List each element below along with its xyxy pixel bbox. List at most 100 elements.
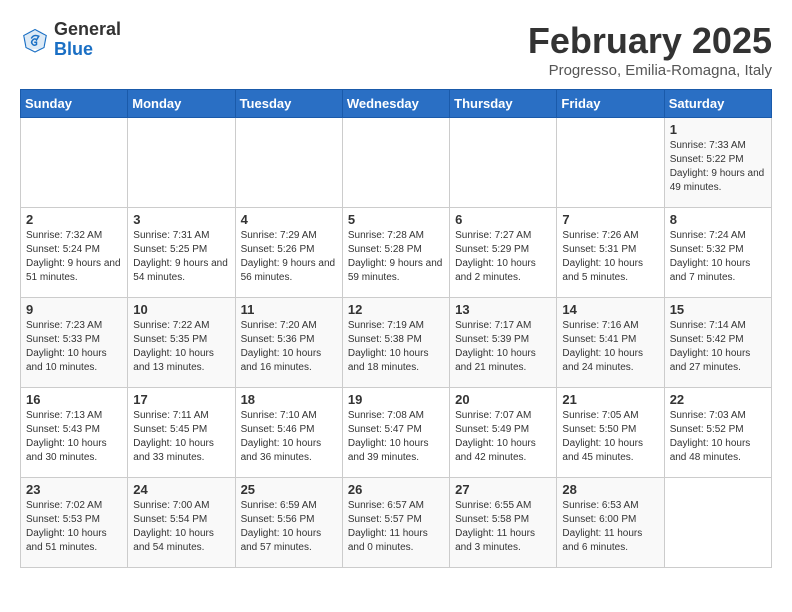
day-cell: 11 Sunrise: 7:20 AM Sunset: 5:36 PM Dayli… — [235, 298, 342, 388]
day-cell: 15 Sunrise: 7:14 AM Sunset: 5:42 PM Dayli… — [664, 298, 771, 388]
week-row-5: 23 Sunrise: 7:02 AM Sunset: 5:53 PM Dayli… — [21, 478, 772, 568]
day-number: 6 — [455, 212, 551, 227]
day-number: 16 — [26, 392, 122, 407]
day-detail: Sunrise: 7:03 AM Sunset: 5:52 PM Dayligh… — [670, 409, 766, 465]
day-cell — [557, 118, 664, 208]
day-cell: 25Sunrise: 6:59 AM Sunset: 5:56 PM Dayli… — [235, 478, 342, 568]
day-cell: 26Sunrise: 6:57 AM Sunset: 5:57 PM Dayli… — [342, 478, 449, 568]
day-detail: Sunrise: 7:11 AM Sunset: 5:45 PM Dayligh… — [133, 409, 229, 465]
day-detail: Sunrise: 7:27 AM Sunset: 5:29 PM Dayligh… — [455, 229, 551, 285]
day-number: 3 — [133, 212, 229, 227]
day-cell: 5Sunrise: 7:28 AM Sunset: 5:28 PM Daylig… — [342, 208, 449, 298]
day-cell: 16Sunrise: 7:13 AM Sunset: 5:43 PM Dayli… — [21, 388, 128, 478]
day-cell: 8 Sunrise: 7:24 AM Sunset: 5:32 PM Daylig… — [664, 208, 771, 298]
calendar-title: February 2025 — [528, 20, 772, 62]
day-cell: 3 Sunrise: 7:31 AM Sunset: 5:25 PM Daylig… — [128, 208, 235, 298]
day-cell: 17Sunrise: 7:11 AM Sunset: 5:45 PM Dayli… — [128, 388, 235, 478]
week-row-1: 1Sunrise: 7:33 AM Sunset: 5:22 PM Daylig… — [21, 118, 772, 208]
day-detail: Sunrise: 7:07 AM Sunset: 5:49 PM Dayligh… — [455, 409, 551, 465]
day-number: 28 — [562, 482, 658, 497]
day-cell: 1Sunrise: 7:33 AM Sunset: 5:22 PM Daylig… — [664, 118, 771, 208]
day-cell: 13Sunrise: 7:17 AM Sunset: 5:39 PM Dayli… — [450, 298, 557, 388]
day-detail: Sunrise: 7:08 AM Sunset: 5:47 PM Dayligh… — [348, 409, 444, 465]
day-cell: 27Sunrise: 6:55 AM Sunset: 5:58 PM Dayli… — [450, 478, 557, 568]
day-detail: Sunrise: 6:53 AM Sunset: 6:00 PM Dayligh… — [562, 499, 658, 555]
day-detail: Sunrise: 7:24 AM Sunset: 5:32 PM Dayligh… — [670, 229, 766, 285]
day-number: 24 — [133, 482, 229, 497]
day-cell: 2 Sunrise: 7:32 AM Sunset: 5:24 PM Daylig… — [21, 208, 128, 298]
day-cell: 12 Sunrise: 7:19 AM Sunset: 5:38 PM Dayli… — [342, 298, 449, 388]
day-number: 21 — [562, 392, 658, 407]
day-header-sunday: Sunday — [21, 90, 128, 118]
logo: General Blue — [20, 20, 121, 60]
day-detail: Sunrise: 7:23 AM Sunset: 5:33 PM Dayligh… — [26, 319, 122, 375]
day-cell: 10 Sunrise: 7:22 AM Sunset: 5:35 PM Dayli… — [128, 298, 235, 388]
day-cell: 6 Sunrise: 7:27 AM Sunset: 5:29 PM Daylig… — [450, 208, 557, 298]
logo-text: General Blue — [54, 20, 121, 60]
day-cell — [450, 118, 557, 208]
day-number: 4 — [241, 212, 337, 227]
day-detail: Sunrise: 7:05 AM Sunset: 5:50 PM Dayligh… — [562, 409, 658, 465]
day-number: 1 — [670, 122, 766, 137]
day-number: 25 — [241, 482, 337, 497]
day-detail: Sunrise: 7:22 AM Sunset: 5:35 PM Dayligh… — [133, 319, 229, 375]
day-detail: Sunrise: 7:26 AM Sunset: 5:31 PM Dayligh… — [562, 229, 658, 285]
day-detail: Sunrise: 6:55 AM Sunset: 5:58 PM Dayligh… — [455, 499, 551, 555]
logo-icon — [20, 25, 50, 55]
day-number: 15 — [670, 302, 766, 317]
day-detail: Sunrise: 7:31 AM Sunset: 5:25 PM Dayligh… — [133, 229, 229, 285]
logo-general: General — [54, 20, 121, 40]
day-cell: 21 Sunrise: 7:05 AM Sunset: 5:50 PM Dayli… — [557, 388, 664, 478]
day-cell: 14Sunrise: 7:16 AM Sunset: 5:41 PM Dayli… — [557, 298, 664, 388]
day-cell: 4 Sunrise: 7:29 AM Sunset: 5:26 PM Daylig… — [235, 208, 342, 298]
logo-blue: Blue — [54, 40, 121, 60]
day-number: 10 — [133, 302, 229, 317]
day-detail: Sunrise: 7:00 AM Sunset: 5:54 PM Dayligh… — [133, 499, 229, 555]
day-number: 13 — [455, 302, 551, 317]
week-row-4: 16Sunrise: 7:13 AM Sunset: 5:43 PM Dayli… — [21, 388, 772, 478]
day-detail: Sunrise: 7:14 AM Sunset: 5:42 PM Dayligh… — [670, 319, 766, 375]
day-cell: 9 Sunrise: 7:23 AM Sunset: 5:33 PM Daylig… — [21, 298, 128, 388]
day-cell — [664, 478, 771, 568]
day-header-tuesday: Tuesday — [235, 90, 342, 118]
day-cell — [21, 118, 128, 208]
calendar-table: SundayMondayTuesdayWednesdayThursdayFrid… — [20, 89, 772, 568]
day-cell: 7Sunrise: 7:26 AM Sunset: 5:31 PM Daylig… — [557, 208, 664, 298]
title-block: February 2025 Progresso, Emilia-Romagna,… — [528, 20, 772, 79]
day-cell: 28 Sunrise: 6:53 AM Sunset: 6:00 PM Dayli… — [557, 478, 664, 568]
day-number: 12 — [348, 302, 444, 317]
day-cell: 19 Sunrise: 7:08 AM Sunset: 5:47 PM Dayli… — [342, 388, 449, 478]
day-number: 2 — [26, 212, 122, 227]
day-number: 9 — [26, 302, 122, 317]
day-number: 11 — [241, 302, 337, 317]
day-number: 20 — [455, 392, 551, 407]
day-cell: 23 Sunrise: 7:02 AM Sunset: 5:53 PM Dayli… — [21, 478, 128, 568]
day-detail: Sunrise: 7:20 AM Sunset: 5:36 PM Dayligh… — [241, 319, 337, 375]
day-cell — [235, 118, 342, 208]
days-header-row: SundayMondayTuesdayWednesdayThursdayFrid… — [21, 90, 772, 118]
day-number: 8 — [670, 212, 766, 227]
day-header-friday: Friday — [557, 90, 664, 118]
day-number: 18 — [241, 392, 337, 407]
day-cell — [128, 118, 235, 208]
day-cell: 18Sunrise: 7:10 AM Sunset: 5:46 PM Dayli… — [235, 388, 342, 478]
week-row-3: 9 Sunrise: 7:23 AM Sunset: 5:33 PM Daylig… — [21, 298, 772, 388]
day-header-saturday: Saturday — [664, 90, 771, 118]
day-number: 5 — [348, 212, 444, 227]
day-detail: Sunrise: 7:29 AM Sunset: 5:26 PM Dayligh… — [241, 229, 337, 285]
day-number: 19 — [348, 392, 444, 407]
day-number: 26 — [348, 482, 444, 497]
day-detail: Sunrise: 7:19 AM Sunset: 5:38 PM Dayligh… — [348, 319, 444, 375]
day-cell: 24 Sunrise: 7:00 AM Sunset: 5:54 PM Dayli… — [128, 478, 235, 568]
week-row-2: 2 Sunrise: 7:32 AM Sunset: 5:24 PM Daylig… — [21, 208, 772, 298]
day-header-thursday: Thursday — [450, 90, 557, 118]
calendar-subtitle: Progresso, Emilia-Romagna, Italy — [528, 62, 772, 79]
day-cell: 20 Sunrise: 7:07 AM Sunset: 5:49 PM Dayli… — [450, 388, 557, 478]
page-header: General Blue February 2025 Progresso, Em… — [20, 20, 772, 79]
day-number: 23 — [26, 482, 122, 497]
day-header-monday: Monday — [128, 90, 235, 118]
day-detail: Sunrise: 7:02 AM Sunset: 5:53 PM Dayligh… — [26, 499, 122, 555]
day-detail: Sunrise: 7:16 AM Sunset: 5:41 PM Dayligh… — [562, 319, 658, 375]
day-header-wednesday: Wednesday — [342, 90, 449, 118]
day-detail: Sunrise: 7:32 AM Sunset: 5:24 PM Dayligh… — [26, 229, 122, 285]
